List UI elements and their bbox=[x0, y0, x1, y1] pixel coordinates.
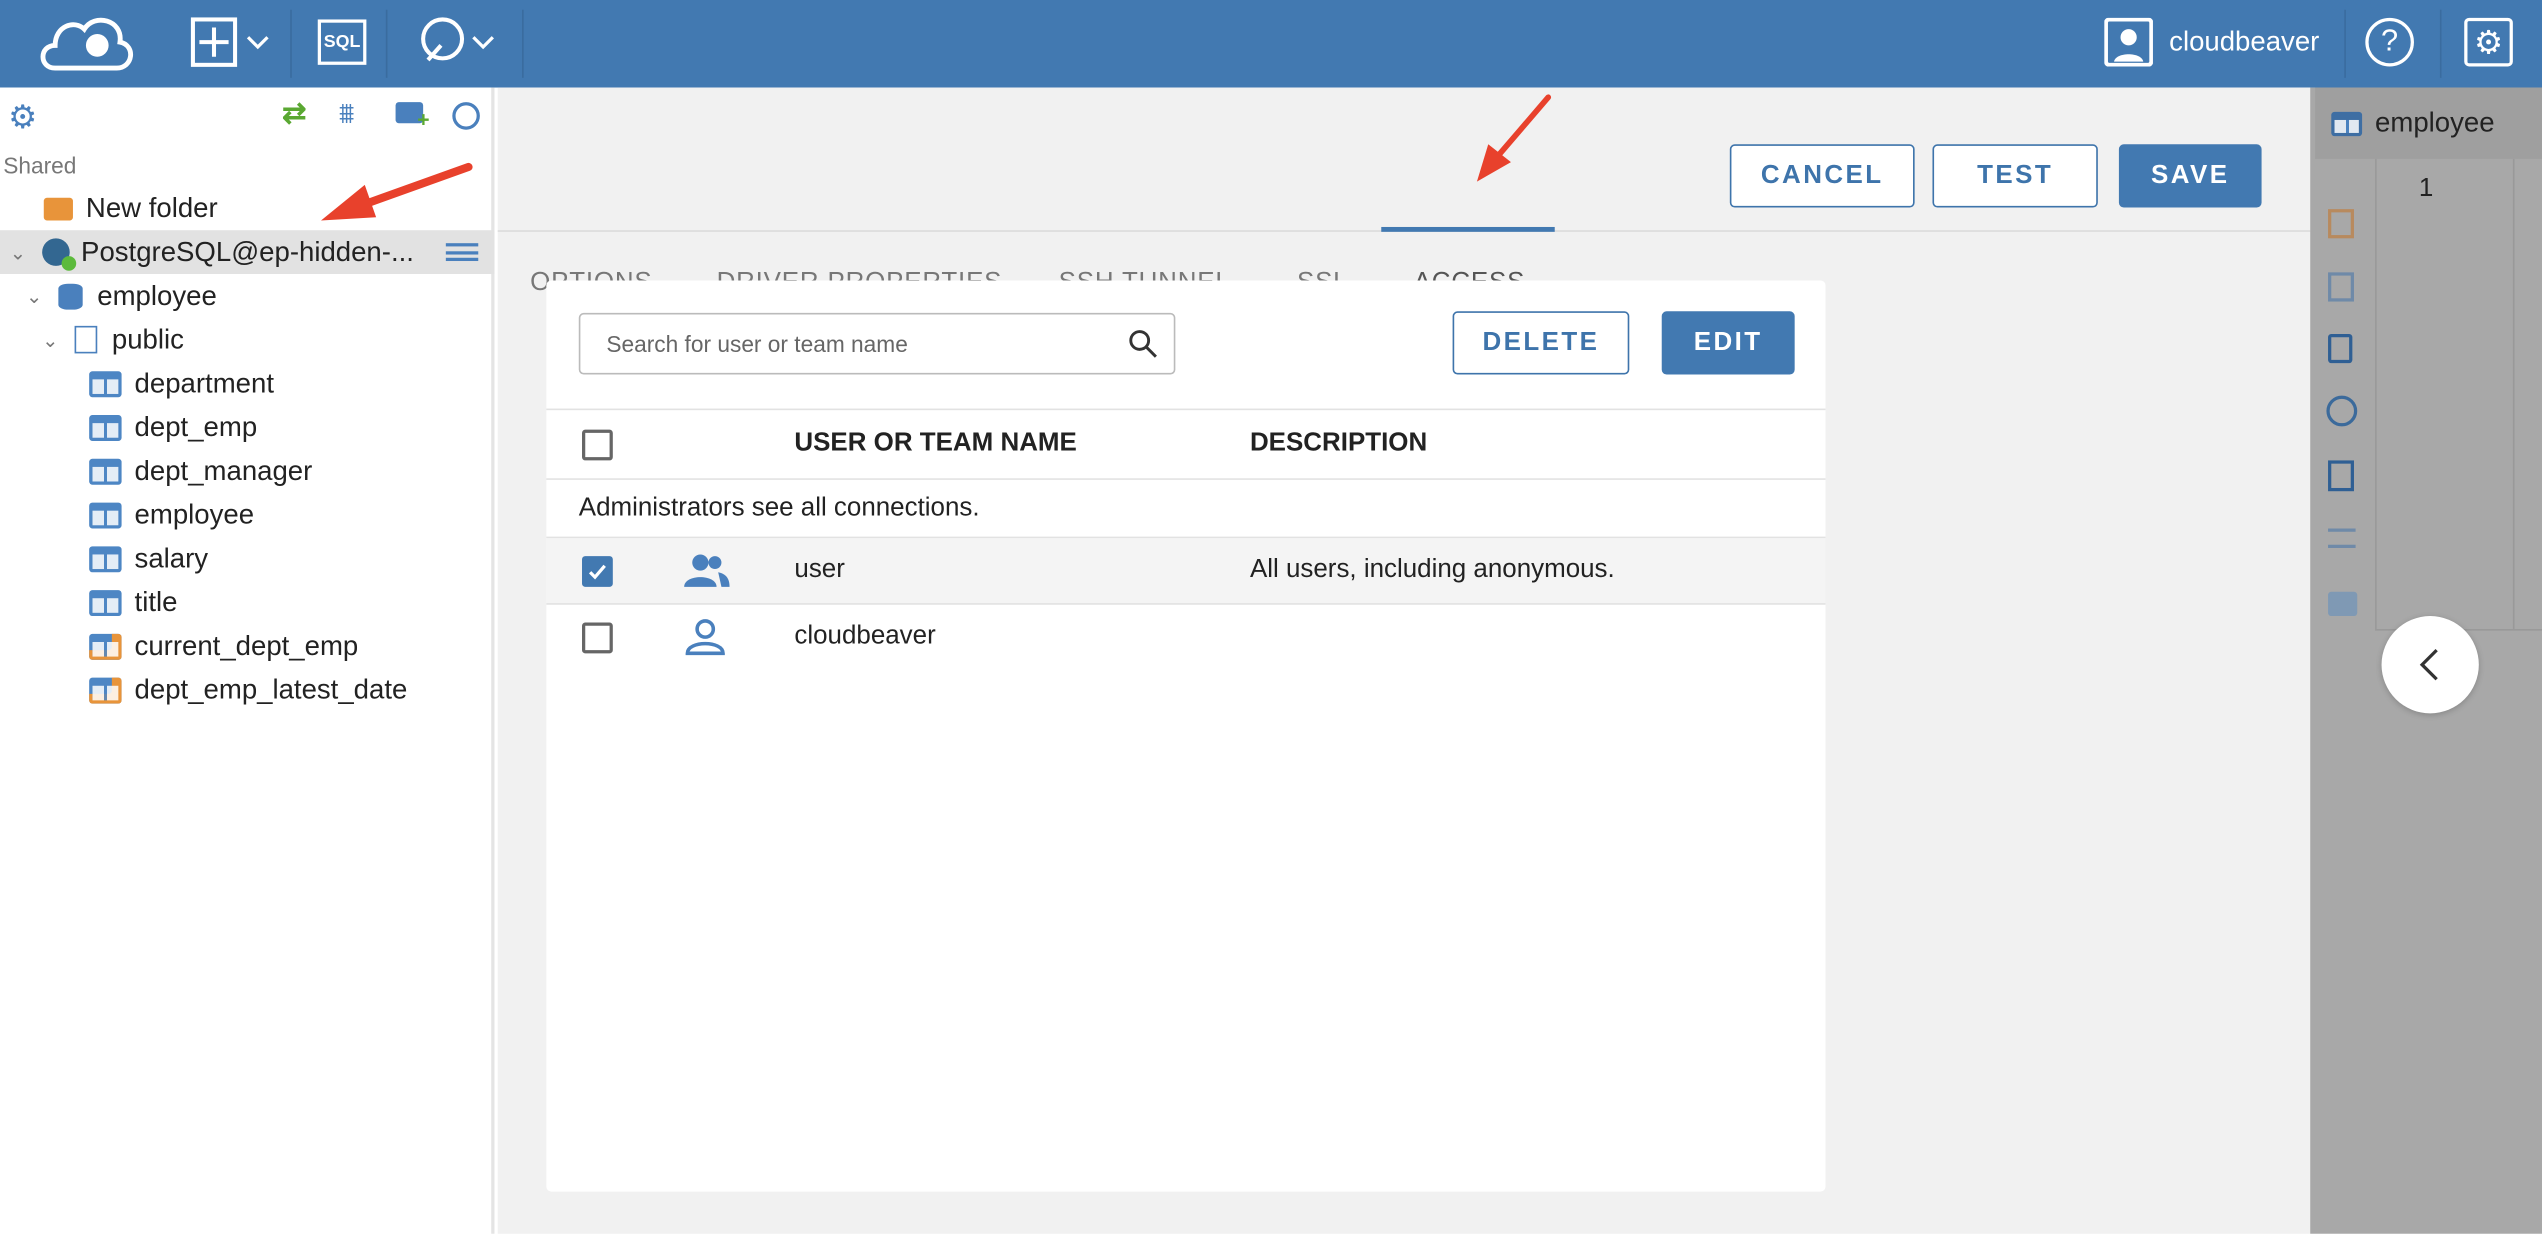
annotation-arrows bbox=[320, 94, 1552, 221]
